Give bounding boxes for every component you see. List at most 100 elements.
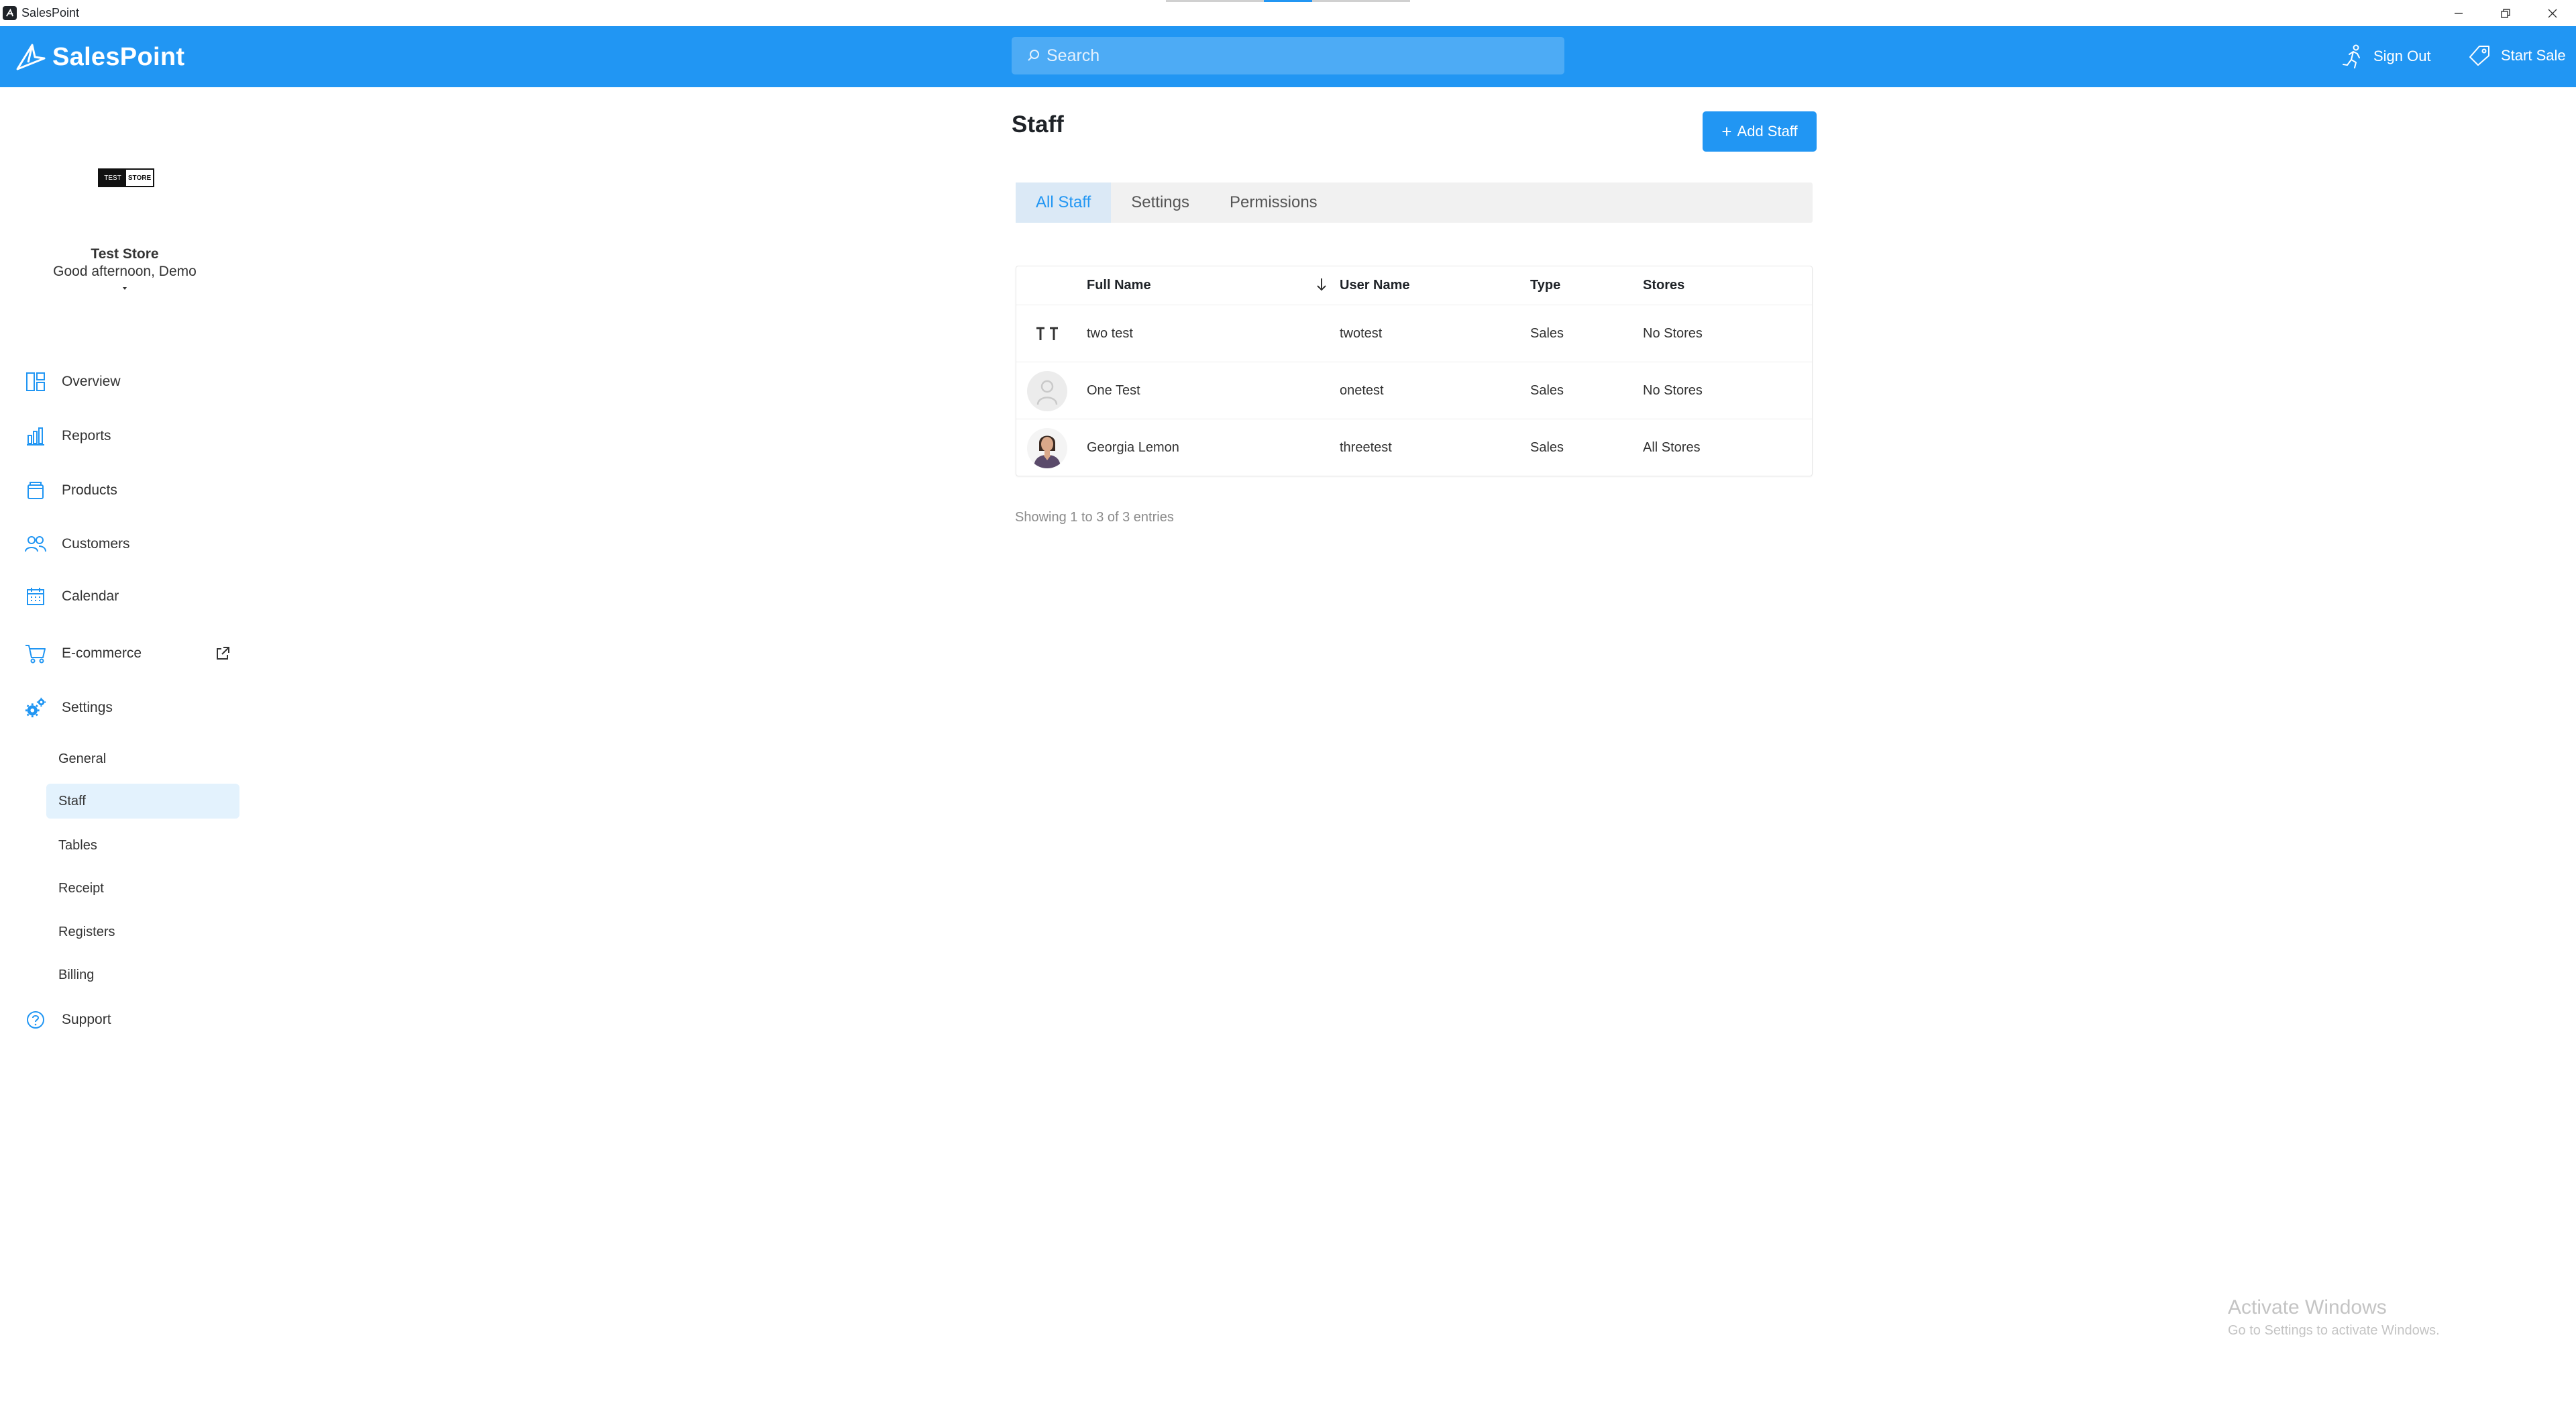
photo-avatar	[1027, 428, 1067, 468]
window-tab-indicator-active	[1264, 0, 1312, 2]
column-header-type[interactable]: Type	[1530, 278, 1560, 293]
sidebar-subitem-label: Tables	[58, 837, 97, 853]
start-sale-label: Start Sale	[2501, 47, 2566, 64]
table-row[interactable]: One Test onetest Sales No Stores	[1016, 362, 1812, 419]
reports-icon	[24, 425, 47, 448]
window-titlebar: SalesPoint	[0, 0, 2576, 26]
sidebar: TEST STORE Test Store Good afternoon, De…	[0, 87, 250, 1409]
sidebar-item-label: Support	[62, 1012, 111, 1027]
salespoint-logo-icon	[16, 44, 46, 70]
sidebar-item-label: Customers	[62, 536, 130, 552]
sidebar-item-settings[interactable]: Settings	[0, 692, 250, 724]
store-name[interactable]: Test Store	[0, 246, 250, 262]
window-tab-indicator	[1166, 0, 1276, 2]
sort-descending-icon[interactable]	[1314, 276, 1329, 293]
sidebar-item-label: Overview	[62, 374, 121, 389]
sidebar-item-products[interactable]: Products	[0, 474, 250, 507]
sidebar-item-calendar[interactable]: Calendar	[0, 580, 250, 613]
store-logo: TEST STORE	[98, 168, 154, 187]
search-icon	[1028, 50, 1039, 61]
sidebar-item-label: Calendar	[62, 588, 119, 604]
sidebar-subitem-label: Receipt	[58, 880, 104, 896]
app-icon	[3, 6, 17, 20]
chevron-down-icon[interactable]	[120, 284, 129, 293]
sign-out-label: Sign Out	[2373, 48, 2431, 64]
brand-logo[interactable]: SalesPoint	[15, 42, 184, 72]
start-sale-button[interactable]: Start Sale	[2467, 44, 2566, 68]
running-person-icon	[2343, 44, 2360, 68]
cell-full-name: One Test	[1087, 383, 1140, 398]
sign-out-button[interactable]: Sign Out	[2341, 44, 2431, 69]
window-tab-indicator	[1312, 0, 1410, 2]
external-link-icon[interactable]	[215, 645, 231, 662]
minimize-button[interactable]	[2435, 0, 2482, 26]
restore-icon	[2501, 8, 2510, 18]
calendar-icon	[24, 585, 47, 608]
cell-stores: No Stores	[1643, 326, 1703, 341]
sidebar-item-label: E-commerce	[62, 645, 142, 661]
restore-button[interactable]	[2482, 0, 2529, 26]
sidebar-subitem-label: Staff	[58, 793, 86, 808]
customers-icon	[24, 533, 47, 556]
page-title: Staff	[1012, 111, 1064, 138]
column-header-full-name[interactable]: Full Name	[1087, 278, 1151, 293]
sidebar-item-overview[interactable]: Overview	[0, 366, 250, 398]
sidebar-item-customers[interactable]: Customers	[0, 528, 250, 560]
cell-type: Sales	[1530, 383, 1564, 398]
sidebar-subitem-registers[interactable]: Registers	[46, 915, 239, 949]
activation-watermark-subtitle: Go to Settings to activate Windows.	[2228, 1323, 2440, 1338]
search-input[interactable]	[1046, 46, 1556, 66]
initials-avatar	[1027, 314, 1067, 354]
placeholder-avatar	[1027, 371, 1067, 411]
sidebar-subitem-receipt[interactable]: Receipt	[46, 871, 239, 906]
sidebar-subitem-label: Billing	[58, 967, 95, 982]
search-bar[interactable]	[1012, 37, 1564, 74]
window-controls	[2435, 0, 2576, 26]
store-logo-left: TEST	[99, 170, 126, 186]
sidebar-item-label: Settings	[62, 700, 113, 715]
tab-settings[interactable]: Settings	[1111, 182, 1210, 223]
brand-name: SalesPoint	[52, 42, 185, 71]
sidebar-item-reports[interactable]: Reports	[0, 420, 250, 452]
table-row[interactable]: two test twotest Sales No Stores	[1016, 305, 1812, 362]
overview-icon	[24, 370, 47, 393]
cell-user-name: twotest	[1340, 326, 1383, 341]
column-header-user-name[interactable]: User Name	[1340, 278, 1410, 293]
help-icon	[24, 1008, 47, 1031]
pagination-info: Showing 1 to 3 of 3 entries	[1015, 510, 1174, 525]
add-staff-button[interactable]: + Add Staff	[1703, 111, 1817, 152]
gear-icon	[24, 696, 47, 719]
sidebar-item-label: Reports	[62, 428, 111, 443]
products-icon	[24, 479, 47, 502]
table-row[interactable]: Georgia Lemon threetest Sales All Stores	[1016, 419, 1812, 476]
add-staff-label: Add Staff	[1737, 123, 1798, 140]
sidebar-item-ecommerce[interactable]: E-commerce	[0, 637, 250, 670]
staff-tabs: All Staff Settings Permissions	[1016, 182, 1813, 223]
sidebar-item-label: Products	[62, 482, 117, 498]
sidebar-subitem-label: Registers	[58, 924, 115, 939]
app-header: SalesPoint Sign Out Start Sale	[0, 26, 2576, 87]
sidebar-subitem-tables[interactable]: Tables	[46, 828, 239, 863]
table-header: Full Name User Name Type Stores	[1016, 266, 1812, 305]
cell-full-name: two test	[1087, 326, 1133, 341]
column-header-stores[interactable]: Stores	[1643, 278, 1684, 293]
sidebar-subitem-general[interactable]: General	[46, 741, 239, 776]
window-title: SalesPoint	[21, 6, 80, 19]
sidebar-subitem-staff[interactable]: Staff	[46, 784, 239, 819]
staff-table: Full Name User Name Type Stores two test…	[1016, 266, 1813, 476]
cart-icon	[24, 642, 47, 665]
cell-user-name: onetest	[1340, 383, 1384, 398]
sidebar-item-support[interactable]: Support	[0, 1004, 250, 1036]
sidebar-subitem-label: General	[58, 751, 107, 766]
plus-icon: +	[1721, 121, 1732, 142]
minimize-icon	[2455, 12, 2463, 14]
store-logo-right: STORE	[127, 174, 152, 182]
close-button[interactable]	[2529, 0, 2576, 26]
price-tag-icon	[2469, 46, 2489, 66]
activation-watermark-title: Activate Windows	[2228, 1296, 2387, 1318]
sidebar-subitem-billing[interactable]: Billing	[46, 957, 239, 992]
tab-all-staff[interactable]: All Staff	[1016, 182, 1112, 223]
tab-permissions[interactable]: Permissions	[1210, 182, 1338, 223]
cell-stores: All Stores	[1643, 440, 1701, 455]
close-icon	[2548, 9, 2557, 17]
